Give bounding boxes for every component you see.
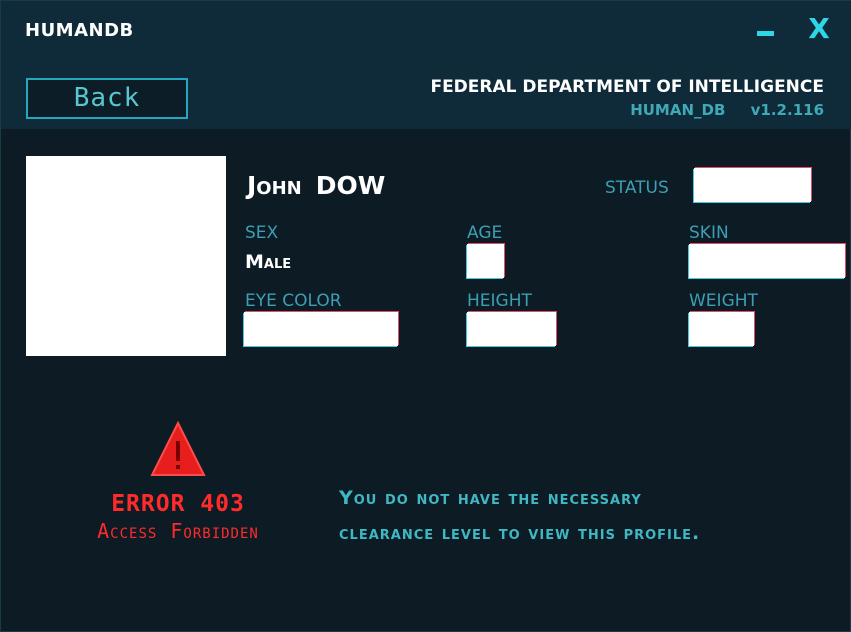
warning-triangle-icon — [150, 421, 206, 476]
minimize-icon — [757, 31, 774, 36]
profile-photo-redacted — [26, 156, 226, 356]
organization-name: FEDERAL DEPARTMENT OF INTELLIGENCE — [430, 77, 824, 97]
version-label: v1.2.116 — [750, 101, 824, 119]
status-value-redacted — [694, 168, 811, 202]
error-text: Access Forbidden — [97, 519, 259, 543]
height-label: HEIGHT — [467, 291, 532, 311]
minimize-button[interactable] — [749, 11, 783, 47]
eye-color-label: EYE COLOR — [245, 291, 342, 311]
app-window: HUMANDB X Back FEDERAL DEPARTMENT OF INT… — [0, 0, 851, 632]
weight-value-redacted — [689, 312, 754, 346]
age-label: AGE — [467, 223, 503, 243]
height-value-redacted — [467, 312, 556, 346]
close-button[interactable]: X — [802, 11, 836, 47]
eye-color-value-redacted — [244, 312, 398, 346]
sex-value: Male — [245, 251, 292, 273]
error-code: ERROR 403 — [111, 491, 245, 517]
database-info: HUMAN_DB v1.2.116 — [630, 101, 824, 119]
first-name: John — [247, 171, 302, 200]
weight-label: WEIGHT — [689, 291, 758, 311]
skin-value-redacted — [689, 244, 845, 278]
age-value-redacted — [467, 244, 504, 278]
last-name: DOW — [315, 171, 386, 200]
database-name: HUMAN_DB — [630, 101, 726, 119]
clearance-message-line-2: clearance level to view this profile. — [339, 522, 701, 544]
app-title: HUMANDB — [25, 20, 134, 41]
profile-name: John DOW — [247, 171, 385, 200]
sex-label: SEX — [245, 223, 279, 243]
skin-label: SKIN — [689, 223, 729, 243]
back-button[interactable]: Back — [26, 78, 188, 119]
clearance-message: You do not have the necessary clearance … — [339, 481, 829, 551]
clearance-message-line-1: You do not have the necessary — [339, 487, 642, 509]
status-label: STATUS — [605, 178, 669, 198]
